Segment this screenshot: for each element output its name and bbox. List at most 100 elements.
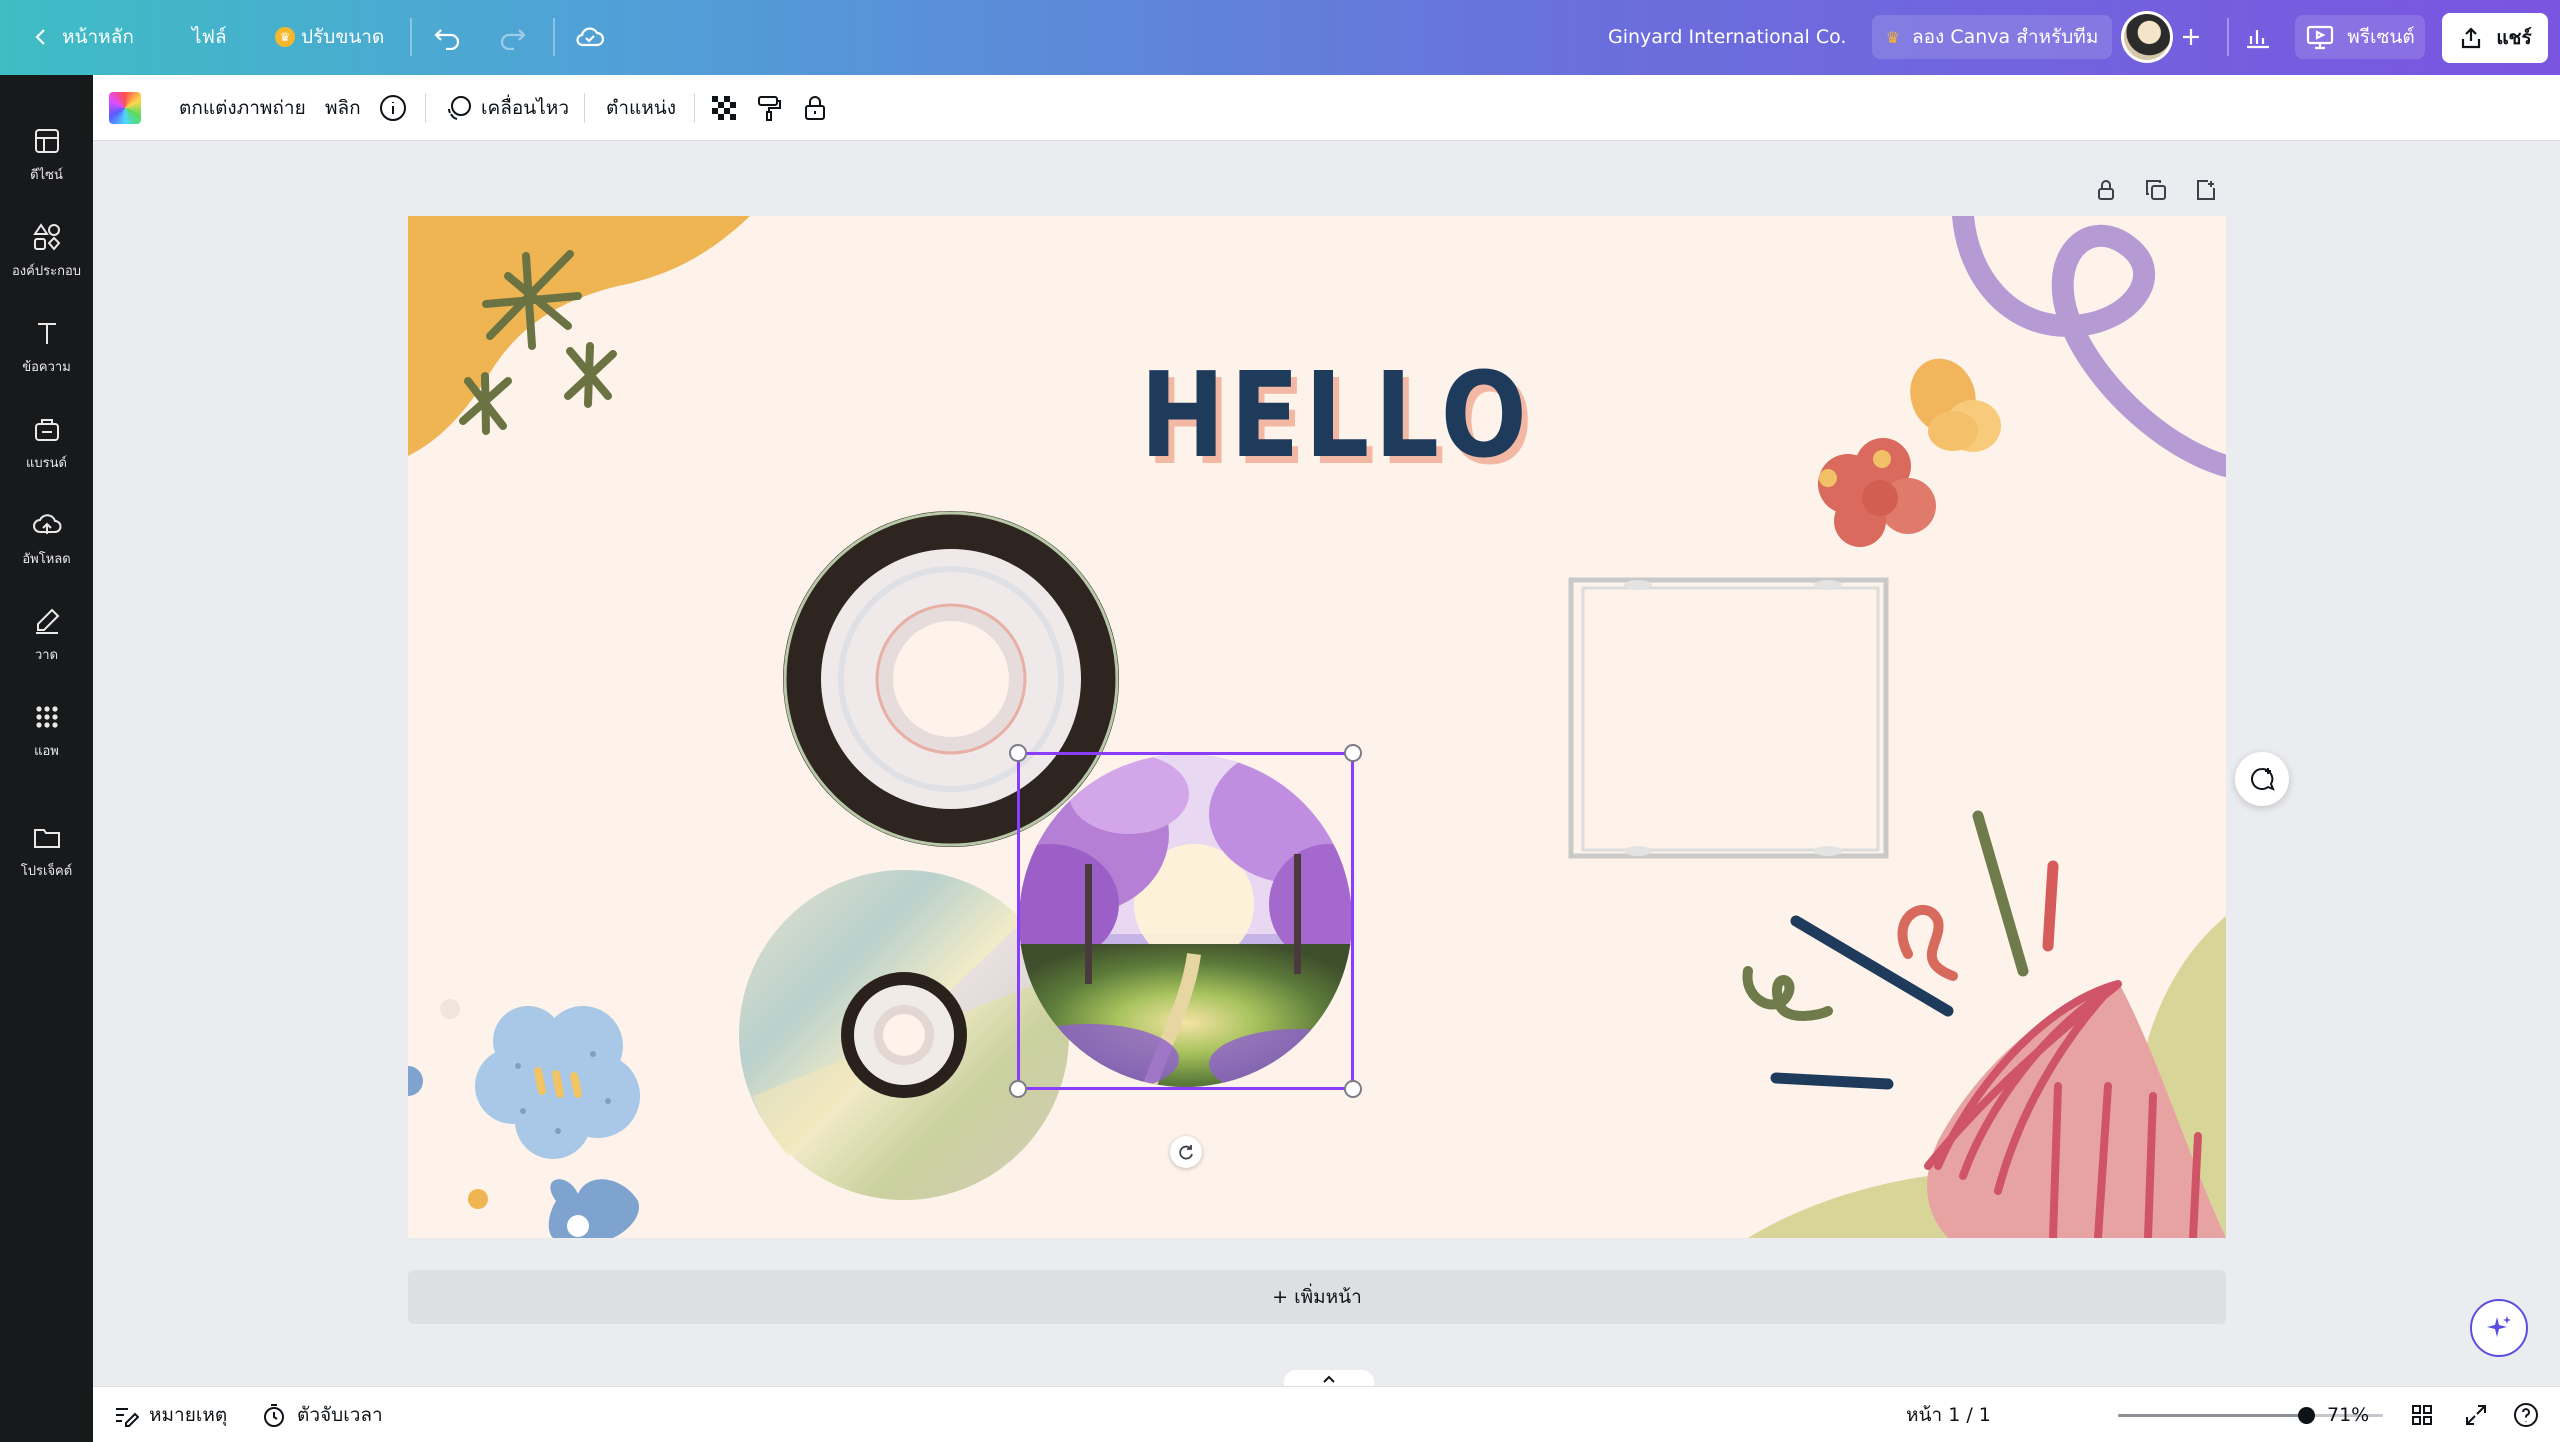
rail-item-projects[interactable]: โปรเจ็คต์ — [0, 811, 93, 891]
add-page-icon[interactable] — [2194, 178, 2218, 202]
divider — [553, 18, 555, 56]
divider — [694, 93, 695, 123]
design-canvas[interactable]: HELLO — [408, 216, 2226, 1238]
animate-label: เคลื่อนไหว — [481, 97, 569, 119]
color-button[interactable] — [109, 89, 141, 127]
lock-icon — [805, 96, 825, 120]
help-button[interactable] — [2513, 1397, 2539, 1433]
rail-item-elements[interactable]: องค์ประกอบ — [0, 211, 93, 291]
avatar[interactable] — [2121, 11, 2173, 63]
page-tools — [2094, 178, 2218, 202]
add-comment-button[interactable] — [2235, 752, 2289, 806]
crown-icon: ♛ — [275, 27, 295, 47]
blue-dot-shape — [408, 1066, 423, 1096]
grid-view-button[interactable] — [2410, 1397, 2434, 1433]
insights-button[interactable] — [2244, 15, 2272, 59]
rail-item-label: แอพ — [34, 743, 59, 759]
page-indicator-label: หน้า 1 / 1 — [1906, 1404, 1991, 1426]
text-icon — [37, 322, 56, 344]
notes-button[interactable]: หมายเหตุ — [113, 1397, 227, 1433]
zoom-slider-thumb[interactable] — [2298, 1407, 2315, 1424]
home-button[interactable]: หน้าหลัก — [32, 15, 134, 59]
cd-case-frame-image — [1568, 577, 1889, 859]
zoom-label: 71% — [2327, 1404, 2370, 1426]
undo-button[interactable] — [432, 15, 462, 59]
transparency-icon — [712, 96, 736, 120]
flip-label: พลิก — [325, 97, 361, 119]
purple-swirl-shape — [1952, 216, 2226, 477]
plus-icon — [2183, 29, 2199, 45]
resize-handle[interactable] — [1009, 744, 1027, 762]
cloud-check-icon — [576, 27, 605, 47]
rail-item-brand[interactable]: แบรนด์ — [0, 403, 93, 483]
lock-button[interactable] — [801, 89, 829, 127]
home-label: หน้าหลัก — [62, 26, 134, 48]
rail-item-label: ดีไซน์ — [30, 167, 63, 183]
magic-assistant-button[interactable] — [2470, 1299, 2528, 1357]
info-button[interactable] — [378, 89, 408, 127]
try-canva-label: ลอง Canva สำหรับทีม — [1911, 26, 2099, 48]
color-swatch-icon — [109, 92, 141, 124]
divider — [410, 18, 412, 56]
paint-roller-icon — [758, 96, 781, 121]
transparency-button[interactable] — [710, 89, 738, 127]
copy-style-button[interactable] — [755, 89, 783, 127]
shapes-icon — [32, 222, 60, 251]
timer-button[interactable]: ตัวจับเวลา — [261, 1397, 383, 1433]
rail-item-apps[interactable]: แอพ — [0, 691, 93, 771]
animate-button[interactable]: เคลื่อนไหว — [445, 89, 569, 127]
yellow-flower-shape — [1910, 358, 2001, 452]
cloud-save-button[interactable] — [574, 15, 606, 59]
add-page-button[interactable]: + เพิ่มหน้า — [408, 1270, 2226, 1324]
chevron-left-icon — [35, 29, 45, 45]
rotate-handle[interactable] — [1170, 1136, 1202, 1168]
zoom-slider-fill — [2118, 1414, 2306, 1417]
try-canva-teams-button[interactable]: ♛ ลอง Canva สำหรับทีม — [1872, 15, 2112, 59]
rail-item-uploads[interactable]: อัพโหลด — [0, 499, 93, 579]
blue-flower-shape — [475, 1006, 640, 1159]
present-button[interactable]: พรีเซนต์ — [2295, 15, 2425, 59]
brand-icon — [34, 418, 59, 441]
file-menu-button[interactable]: ไฟล์ — [192, 15, 227, 59]
resize-button[interactable]: ♛ ปรับขนาด — [275, 15, 384, 59]
rail-item-draw[interactable]: วาด — [0, 595, 93, 675]
rail-item-design[interactable]: ดีไซน์ — [0, 115, 93, 195]
expand-icon — [2466, 1405, 2486, 1425]
animate-icon — [448, 96, 471, 120]
invite-button[interactable] — [2180, 15, 2202, 59]
timer-label: ตัวจับเวลา — [297, 1404, 383, 1426]
share-upload-icon — [2462, 27, 2481, 49]
flip-button[interactable]: พลิก — [325, 89, 361, 127]
red-flower-shape — [1818, 438, 1936, 547]
undo-icon — [434, 29, 460, 50]
redo-icon — [500, 29, 526, 50]
heading-hello[interactable]: HELLO — [1140, 346, 1532, 484]
page-lock-icon[interactable] — [2094, 178, 2118, 202]
rail-item-text[interactable]: ข้อความ — [0, 307, 93, 387]
selection-frame — [1009, 744, 1362, 1098]
zoom-level-button[interactable]: 71% — [2327, 1397, 2369, 1433]
present-icon — [2307, 25, 2334, 50]
context-toolbar: ตกแต่งภาพถ่าย พลิก เคลื่อนไหว ตำแหน่ง — [93, 75, 2560, 141]
resize-handle[interactable] — [1009, 1080, 1027, 1098]
edit-photo-button[interactable]: ตกแต่งภาพถ่าย — [179, 89, 306, 127]
rotate-icon — [1179, 1145, 1193, 1160]
resize-handle[interactable] — [1344, 1080, 1362, 1098]
resize-handle[interactable] — [1344, 744, 1362, 762]
apps-icon — [35, 705, 58, 728]
team-name[interactable]: Ginyard International Co. — [1608, 15, 1846, 59]
comment-add-icon — [2251, 767, 2275, 791]
notes-label: หมายเหตุ — [149, 1404, 228, 1426]
rail-item-label: อัพโหลด — [22, 551, 71, 567]
redo-button[interactable] — [498, 15, 528, 59]
fullscreen-button[interactable] — [2464, 1397, 2488, 1433]
notes-icon — [116, 1408, 139, 1427]
position-button[interactable]: ตำแหน่ง — [606, 89, 676, 127]
info-icon — [380, 95, 406, 121]
duplicate-page-icon[interactable] — [2144, 178, 2168, 202]
yellow-dot-shape — [468, 1189, 488, 1209]
position-label: ตำแหน่ง — [606, 97, 677, 119]
page-indicator[interactable]: หน้า 1 / 1 — [1906, 1397, 1991, 1433]
bottom-bar: หมายเหตุ ตัวจับเวลา หน้า 1 / 1 71% — [93, 1386, 2560, 1442]
share-button[interactable]: แชร์ — [2442, 13, 2548, 63]
